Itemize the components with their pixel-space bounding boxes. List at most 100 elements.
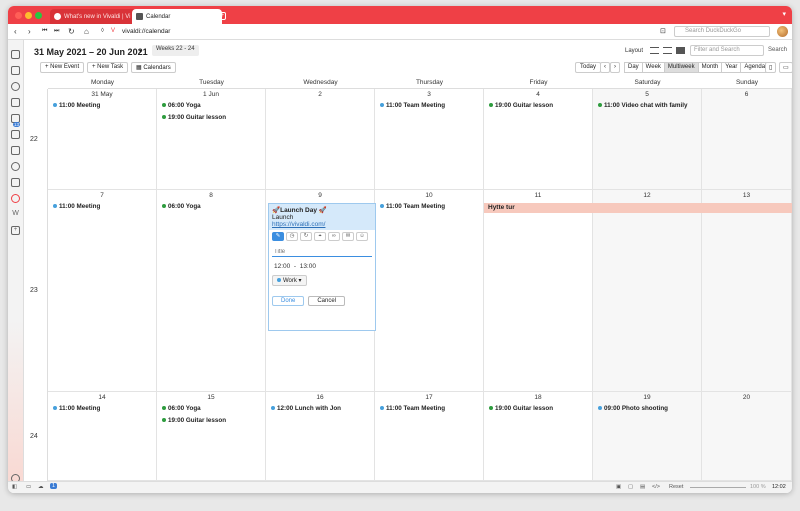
image-icon[interactable]: ▤	[640, 484, 645, 490]
tasks-icon[interactable]	[11, 178, 20, 187]
notes-icon[interactable]	[11, 98, 20, 107]
day-cell[interactable]: 10 11:00 Team Meeting	[375, 190, 484, 392]
forward-icon[interactable]: ›	[28, 27, 31, 36]
search-engine-field[interactable]: Search DuckDuckGo	[674, 26, 770, 37]
day-cell[interactable]: 31 May 11:00 Meeting	[48, 89, 157, 190]
calendar-event[interactable]: 06:00 Yoga	[162, 203, 201, 210]
day-cell[interactable]: 11	[484, 190, 593, 392]
week-number[interactable]: 24	[30, 433, 38, 440]
view-day[interactable]: Day	[624, 62, 643, 73]
url-field[interactable]: vivaldi://calendar	[122, 28, 170, 35]
minimize-window-button[interactable]	[25, 12, 32, 19]
calendar-event[interactable]: 11:00 Team Meeting	[380, 405, 445, 412]
day-cell[interactable]: 16 12:00 Lunch with Jon	[266, 392, 375, 481]
view-multiweek[interactable]: Multiweek	[664, 62, 699, 73]
bookmark-icon[interactable]: ⊡	[660, 27, 666, 35]
calendar-event[interactable]: 11:00 Meeting	[53, 405, 100, 412]
tab-whats-new[interactable]: What's new in Vivaldi | Vi	[50, 9, 138, 24]
code-icon[interactable]: </>	[652, 484, 660, 490]
event-link[interactable]: https://vivaldi.com/	[272, 221, 372, 228]
new-tab-button[interactable]: +	[218, 12, 226, 20]
rewind-icon[interactable]: ⏮	[42, 28, 47, 35]
day-cell[interactable]: 2	[266, 89, 375, 190]
prev-icon[interactable]: ‹	[600, 62, 610, 73]
shield-icon[interactable]: ◊	[101, 28, 104, 34]
layout-compact-icon[interactable]	[663, 47, 672, 54]
event-title-input[interactable]	[272, 247, 372, 257]
history-icon[interactable]	[11, 82, 20, 91]
new-event-button[interactable]: + New Event	[40, 62, 85, 73]
layout-list-icon[interactable]	[650, 47, 659, 54]
maximize-window-button[interactable]	[35, 12, 42, 19]
calendar-event[interactable]: 11:00 Video chat with family	[598, 102, 688, 109]
next-icon[interactable]: ›	[610, 62, 620, 73]
day-cell[interactable]: 20	[702, 392, 792, 481]
day-cell[interactable]: 1 Jun 06:00 Yoga 19:00 Guitar lesson	[157, 89, 266, 190]
week-number[interactable]: 23	[30, 287, 38, 294]
day-cell[interactable]: 13	[702, 190, 792, 392]
contacts-icon[interactable]	[11, 162, 20, 171]
bookmarks-icon[interactable]	[11, 50, 20, 59]
close-window-button[interactable]	[15, 12, 22, 19]
reset-zoom-button[interactable]: Reset	[669, 484, 683, 490]
day-cell[interactable]: 4 19:00 Guitar lesson	[484, 89, 593, 190]
calendar-event[interactable]: 19:00 Guitar lesson	[162, 114, 226, 121]
tab-calendar[interactable]: Calendar	[132, 9, 222, 24]
panel-toggle-icon[interactable]: ▭	[779, 62, 792, 73]
clock-icon[interactable]: ◷	[286, 232, 298, 241]
note-icon[interactable]: ✉	[342, 232, 354, 241]
all-day-event[interactable]: Hytte tur	[484, 203, 792, 213]
feeds-icon[interactable]	[11, 146, 20, 155]
add-panel-icon[interactable]: +	[11, 226, 20, 235]
day-cell[interactable]: 19 09:00 Photo shooting	[593, 392, 702, 481]
attendees-icon[interactable]: ☺	[356, 232, 368, 241]
view-week[interactable]: Week	[642, 62, 665, 73]
vivaldi-panel-icon[interactable]	[11, 194, 20, 203]
day-cell[interactable]: 3 11:00 Team Meeting	[375, 89, 484, 190]
calendar-event[interactable]: 11:00 Meeting	[53, 102, 100, 109]
week-number[interactable]: 22	[30, 136, 38, 143]
today-button[interactable]: Today	[575, 62, 602, 73]
calendar-event[interactable]: 19:00 Guitar lesson	[162, 417, 226, 424]
calendar-event[interactable]: 11:00 Meeting	[53, 203, 100, 210]
edit-icon[interactable]: ✎	[272, 232, 284, 241]
event-header[interactable]: 🚀Launch Day 🚀 Launch https://vivaldi.com…	[269, 204, 375, 230]
calendar-event[interactable]: 06:00 Yoga	[162, 102, 201, 109]
layout-grid-icon[interactable]	[676, 47, 685, 54]
day-cell[interactable]: 6	[702, 89, 792, 190]
cancel-button[interactable]: Cancel	[308, 296, 346, 306]
search-button[interactable]: Search	[768, 47, 787, 53]
calendar-event[interactable]: 09:00 Photo shooting	[598, 405, 668, 412]
window-icon[interactable]: ▢	[628, 484, 633, 490]
calendar-icon[interactable]	[11, 130, 20, 139]
zoom-slider[interactable]	[690, 487, 746, 488]
calendar-select[interactable]: Work ▾	[272, 275, 307, 286]
day-cell[interactable]: 14 11:00 Meeting	[48, 392, 157, 481]
back-icon[interactable]: ‹	[14, 27, 17, 36]
location-icon[interactable]: ⌖	[314, 232, 326, 241]
day-cell[interactable]: 5 11:00 Video chat with family	[593, 89, 702, 190]
new-task-button[interactable]: + New Task	[87, 62, 129, 73]
day-cell[interactable]: 15 06:00 Yoga 19:00 Guitar lesson	[157, 392, 266, 481]
avatar[interactable]	[777, 26, 788, 37]
done-button[interactable]: Done	[272, 296, 305, 306]
tab-menu-icon[interactable]: ▾	[782, 10, 786, 18]
calendars-button[interactable]: ▦ Calendars	[131, 62, 176, 73]
camera-icon[interactable]: ▣	[616, 484, 621, 490]
calendar-event[interactable]: 11:00 Team Meeting	[380, 102, 445, 109]
calendar-event[interactable]: 19:00 Guitar lesson	[489, 102, 553, 109]
link-icon[interactable]: ∞	[328, 232, 340, 241]
calendar-event[interactable]: 19:00 Guitar lesson	[489, 405, 553, 412]
end-time-field[interactable]: 13:00	[300, 263, 316, 270]
sidebar-toggle-icon[interactable]: ▯	[765, 62, 777, 73]
filter-search-input[interactable]: Filter and Search	[690, 45, 764, 56]
fast-forward-icon[interactable]: ⏭	[54, 28, 59, 35]
calendar-event[interactable]: 06:00 Yoga	[162, 405, 201, 412]
wikipedia-icon[interactable]: W	[11, 210, 20, 219]
chevron-down-icon[interactable]: ▾	[139, 48, 142, 55]
day-cell[interactable]: 8 06:00 Yoga	[157, 190, 266, 392]
view-month[interactable]: Month	[698, 62, 723, 73]
repeat-icon[interactable]: ↻	[300, 232, 312, 241]
reload-icon[interactable]: ↻	[68, 27, 75, 36]
calendar-event[interactable]: 12:00 Lunch with Jon	[271, 405, 341, 412]
